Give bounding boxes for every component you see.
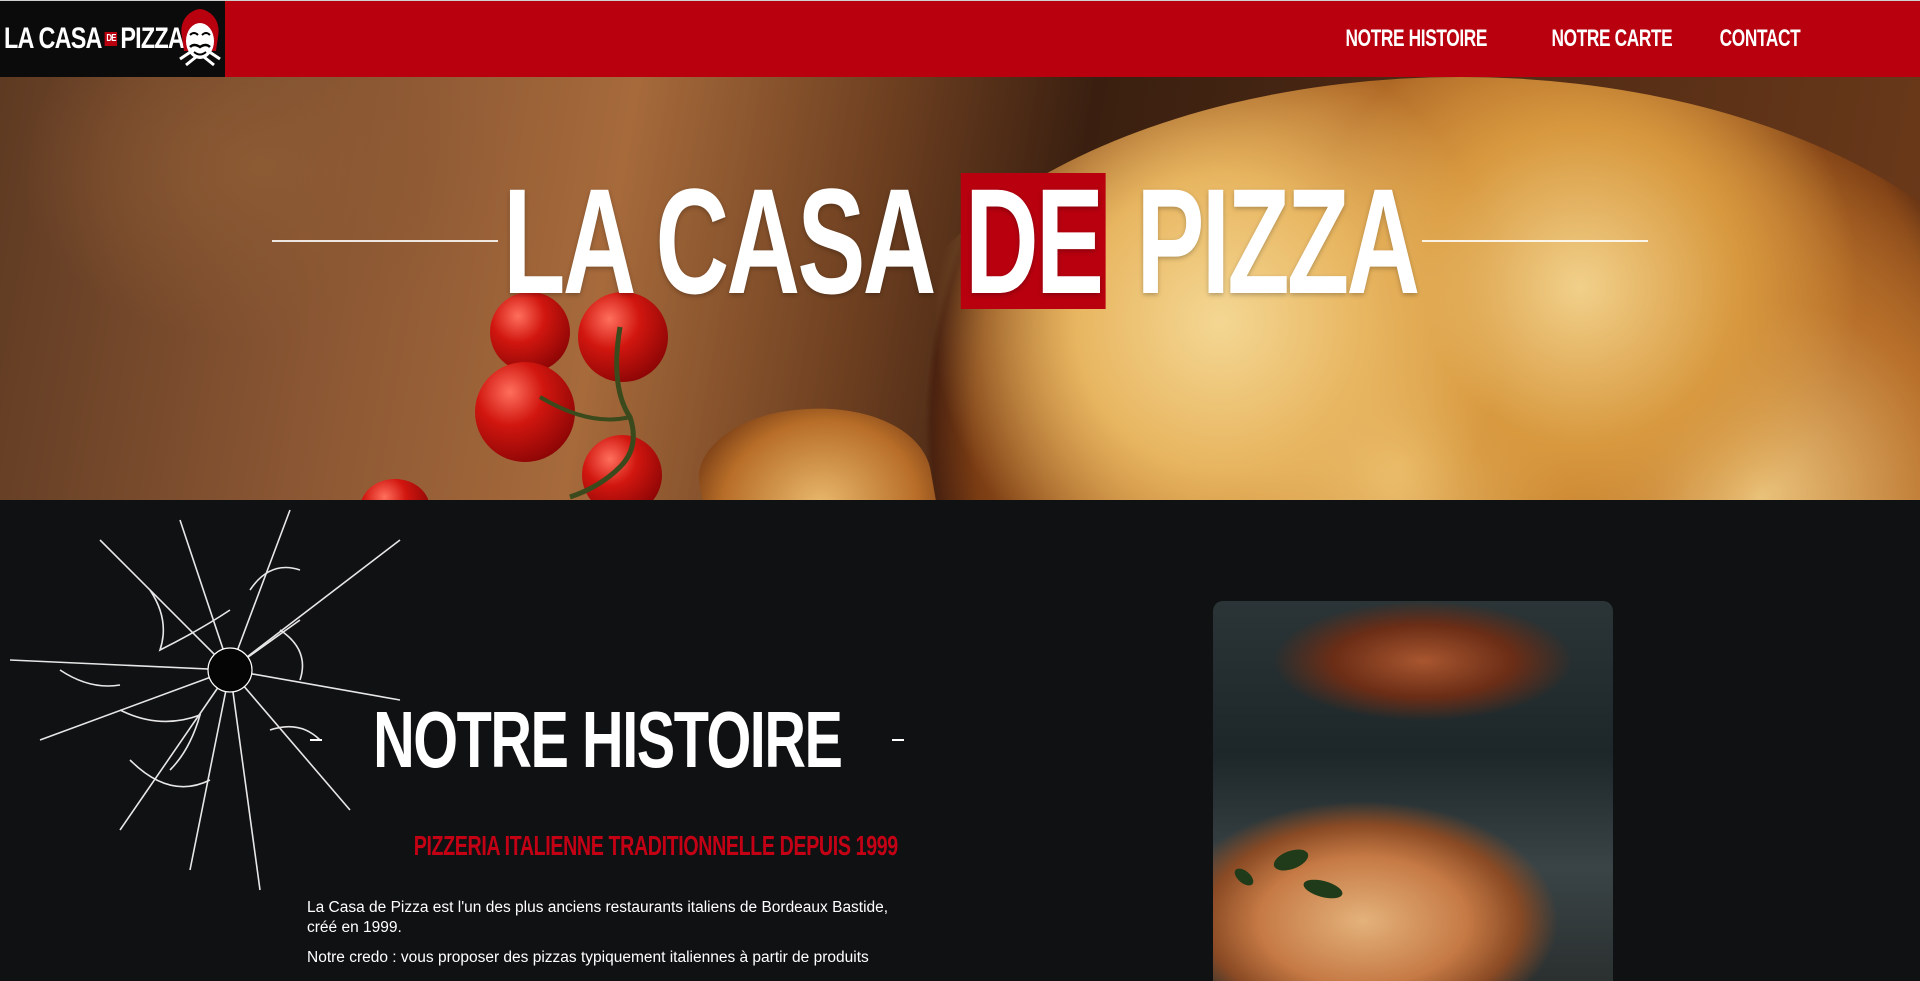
navbar: LA CASA DE PIZZA NOTRE HISTOIRE NOTRE CA… [0,0,1920,77]
story-section: NOTRE HISTOIRE PIZZERIA ITALIENNE TRADIT… [0,500,1920,981]
story-subtitle-text: PIZZERIA ITALIENNE TRADITIONNELLE DEPUIS… [413,830,898,861]
basil-leaf-icon [1301,876,1345,902]
logo[interactable]: LA CASA DE PIZZA [0,1,225,77]
hero-title-right-line [1422,240,1648,242]
tomato-icon [360,479,430,500]
nav-links: NOTRE HISTOIRE NOTRE CARTE CONTACT [1318,1,1816,77]
nav-link-notre-carte[interactable]: NOTRE CARTE [1552,25,1673,53]
story-title-left-line [310,739,322,741]
nav-link-notre-histoire[interactable]: NOTRE HISTOIRE [1345,25,1487,53]
story-subtitle: PIZZERIA ITALIENNE TRADITIONNELLE DEPUIS… [310,830,904,862]
story-paragraph-2: Notre credo : vous proposer des pizzas t… [307,949,869,966]
hero-banner: LA CASA DE PIZZA [0,77,1920,500]
basil-leaf-icon [1271,845,1311,875]
hero-title-de: DE [960,166,1106,316]
logo-part1: LA CASA [4,22,102,55]
story-title: NOTRE HISTOIRE [310,690,904,790]
tomato-vine [538,326,636,500]
hero-title-text: LA CASA DE PIZZA [503,166,1420,316]
dali-mask-icon [179,9,221,67]
story-paragraph-1: La Casa de Pizza est l'un des plus ancie… [307,899,889,936]
story-title-text: NOTRE HISTOIRE [372,695,843,784]
nav-link-contact[interactable]: CONTACT [1720,25,1801,53]
logo-de: DE [104,32,118,46]
hero-title-left-line [272,240,498,242]
basil-leaf-icon [1231,865,1257,889]
hero-title: LA CASA DE PIZZA [272,161,1648,321]
logo-part2: PIZZA [120,22,185,55]
logo-text: LA CASA DE PIZZA [4,22,185,56]
hero-title-part2: PIZZA [1136,157,1420,325]
story-pizza-image [1213,601,1613,981]
story-text: La Casa de Pizza est l'un des plus ancie… [307,898,907,978]
story-title-right-line [892,739,904,741]
hero-title-part1: LA CASA [502,157,932,325]
